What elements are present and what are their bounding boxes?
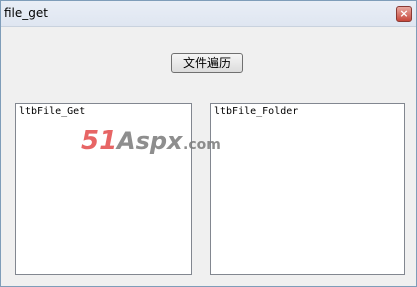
client-area: 文件遍历 ltbFile_Get ltbFile_Folder 51 Aspx …	[1, 27, 416, 286]
folder-listbox[interactable]: ltbFile_Folder	[210, 103, 405, 275]
close-icon: ×	[399, 7, 409, 20]
folder-listbox-item[interactable]: ltbFile_Folder	[214, 106, 298, 117]
traverse-files-button[interactable]: 文件遍历	[171, 53, 243, 73]
app-window: file_get × 文件遍历 ltbFile_Get ltbFile_Fold…	[0, 0, 417, 287]
watermark-logo: 51 Aspx .com	[81, 126, 221, 155]
watermark-aspx: Aspx	[115, 127, 184, 155]
close-button[interactable]: ×	[396, 6, 412, 22]
title-bar[interactable]: file_get ×	[1, 1, 416, 27]
window-title: file_get	[4, 6, 48, 20]
file-listbox-item[interactable]: ltbFile_Get	[19, 106, 85, 117]
watermark-51: 51	[81, 126, 117, 155]
watermark-com: .com	[183, 137, 221, 153]
